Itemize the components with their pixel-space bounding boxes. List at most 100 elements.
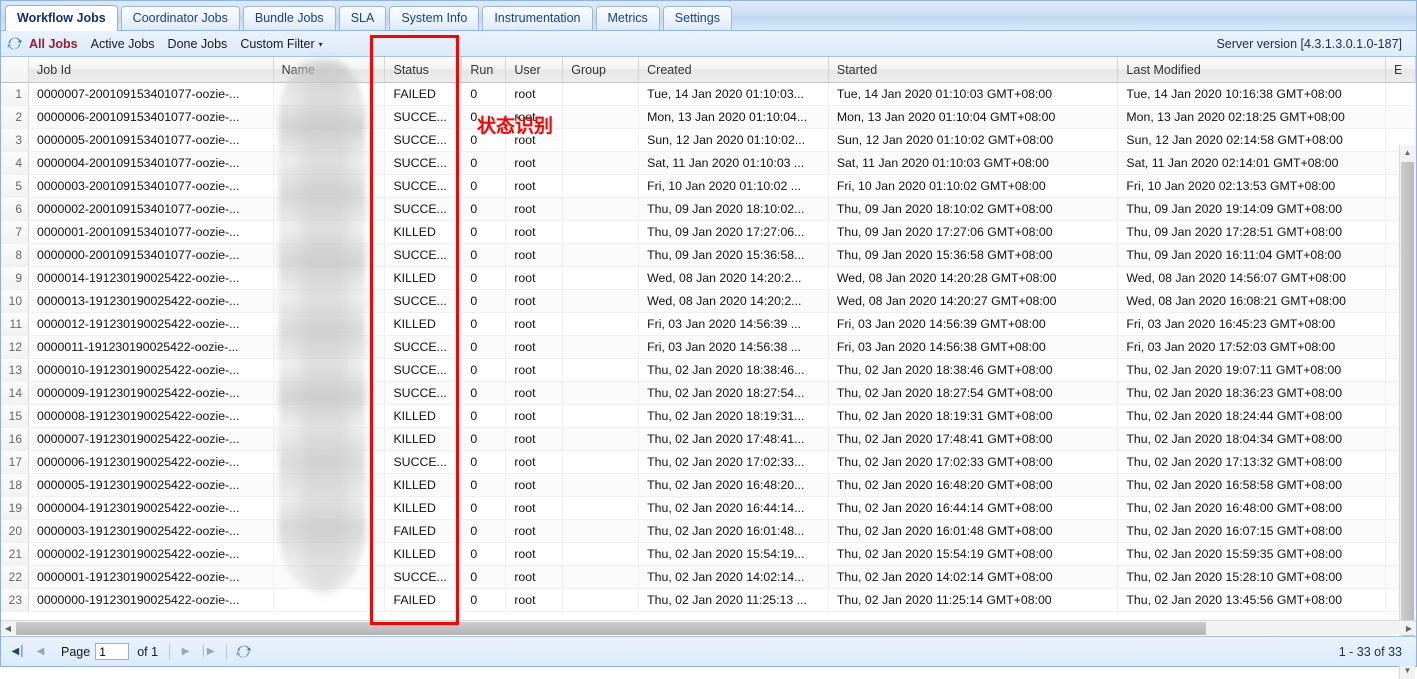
filter-done-jobs[interactable]: Done Jobs — [168, 37, 228, 51]
refresh-icon[interactable] — [7, 36, 22, 51]
cell-run: 0 — [462, 175, 507, 197]
filter-all-jobs[interactable]: All Jobs — [29, 37, 78, 51]
table-row[interactable]: 11 0000012-191230190025422-oozie-... KILLE… — [1, 313, 1416, 336]
table-row[interactable]: 23 0000000-191230190025422-oozie-... FAILE… — [1, 589, 1416, 612]
table-row[interactable]: 12 0000011-191230190025422-oozie-... SUCCE… — [1, 336, 1416, 359]
col-header-job-id[interactable]: Job Id — [29, 57, 274, 82]
cell-started: Sun, 12 Jan 2020 01:10:02 GMT+08:00 — [829, 129, 1119, 151]
row-number: 17 — [1, 451, 29, 473]
cell-job-id: 0000014-191230190025422-oozie-... — [29, 267, 274, 289]
cell-group — [563, 405, 640, 427]
cell-job-id: 0000001-200109153401077-oozie-... — [29, 221, 274, 243]
table-row[interactable]: 10 0000013-191230190025422-oozie-... SUCCE… — [1, 290, 1416, 313]
col-header-created[interactable]: Created — [639, 57, 829, 82]
cell-status: SUCCE... — [385, 336, 463, 358]
col-header-started[interactable]: Started — [829, 57, 1119, 82]
cell-ended — [1386, 106, 1416, 128]
cell-name — [274, 589, 386, 611]
cell-job-id: 0000007-200109153401077-oozie-... — [29, 83, 274, 105]
cell-started: Thu, 09 Jan 2020 18:10:02 GMT+08:00 — [829, 198, 1119, 220]
cell-name — [274, 290, 386, 312]
table-row[interactable]: 19 0000004-191230190025422-oozie-... KILLE… — [1, 497, 1416, 520]
table-row[interactable]: 15 0000008-191230190025422-oozie-... KILLE… — [1, 405, 1416, 428]
cell-last-modified: Thu, 09 Jan 2020 16:11:04 GMT+08:00 — [1118, 244, 1387, 266]
scroll-left-icon[interactable]: ◀ — [1, 624, 15, 633]
cell-created: Tue, 14 Jan 2020 01:10:03... — [639, 83, 829, 105]
filter-active-jobs[interactable]: Active Jobs — [91, 37, 155, 51]
horizontal-scrollbar[interactable]: ◀ ▶ — [1, 620, 1416, 635]
cell-created: Sat, 11 Jan 2020 01:10:03 ... — [639, 152, 829, 174]
next-page-button[interactable]: ▶ — [176, 642, 195, 661]
vertical-scroll-thumb[interactable] — [1401, 162, 1414, 660]
page-number-input[interactable] — [95, 643, 130, 660]
scroll-right-icon[interactable]: ▶ — [1402, 624, 1416, 633]
cell-created: Sun, 12 Jan 2020 01:10:02... — [639, 129, 829, 151]
col-header-run[interactable]: Run — [462, 57, 507, 82]
tab-coordinator-jobs[interactable]: Coordinator Jobs — [120, 6, 240, 30]
cell-job-id: 0000008-191230190025422-oozie-... — [29, 405, 274, 427]
table-row[interactable]: 21 0000002-191230190025422-oozie-... KILLE… — [1, 543, 1416, 566]
cell-user: root — [506, 520, 564, 542]
tab-sla[interactable]: SLA — [338, 6, 387, 30]
col-header-user[interactable]: User — [506, 57, 564, 82]
cell-created: Thu, 02 Jan 2020 15:54:19... — [639, 543, 829, 565]
last-page-button[interactable]: │▶ — [198, 642, 217, 661]
tab-workflow-jobs[interactable]: Workflow Jobs — [5, 5, 118, 31]
cell-run: 0 — [462, 152, 507, 174]
cell-group — [563, 336, 640, 358]
col-header-ended[interactable]: E — [1386, 57, 1416, 82]
col-header-name[interactable]: Name — [274, 57, 386, 82]
table-row[interactable]: 1 0000007-200109153401077-oozie-... FAILED… — [1, 83, 1416, 106]
row-number: 2 — [1, 106, 29, 128]
cell-run: 0 — [462, 497, 507, 519]
cell-run: 0 — [462, 520, 507, 542]
tab-system-info[interactable]: System Info — [389, 6, 480, 30]
cell-created: Thu, 02 Jan 2020 17:02:33... — [639, 451, 829, 473]
table-row[interactable]: 4 0000004-200109153401077-oozie-... SUCCE.… — [1, 152, 1416, 175]
row-number: 21 — [1, 543, 29, 565]
vertical-scrollbar[interactable]: ▲ ▼ — [1399, 145, 1415, 679]
table-row[interactable]: 13 0000010-191230190025422-oozie-... SUCCE… — [1, 359, 1416, 382]
table-row[interactable]: 17 0000006-191230190025422-oozie-... SUCCE… — [1, 451, 1416, 474]
table-row[interactable]: 9 0000014-191230190025422-oozie-... KILLED… — [1, 267, 1416, 290]
cell-started: Thu, 02 Jan 2020 18:19:31 GMT+08:00 — [829, 405, 1119, 427]
cell-user: root — [506, 497, 564, 519]
cell-created: Thu, 02 Jan 2020 16:48:20... — [639, 474, 829, 496]
table-row[interactable]: 18 0000005-191230190025422-oozie-... KILLE… — [1, 474, 1416, 497]
first-page-button[interactable]: ◀│ — [9, 642, 28, 661]
main-tabbar: Workflow Jobs Coordinator Jobs Bundle Jo… — [1, 1, 1416, 31]
filter-custom-filter[interactable]: Custom Filter ▾ — [240, 37, 322, 51]
table-row[interactable]: 20 0000003-191230190025422-oozie-... FAILE… — [1, 520, 1416, 543]
col-header-last-modified[interactable]: Last Modified — [1118, 57, 1387, 82]
grid-body: 1 0000007-200109153401077-oozie-... FAILED… — [1, 83, 1416, 619]
cell-status: KILLED — [385, 267, 463, 289]
table-row[interactable]: 14 0000009-191230190025422-oozie-... SUCCE… — [1, 382, 1416, 405]
table-row[interactable]: 6 0000002-200109153401077-oozie-... SUCCE.… — [1, 198, 1416, 221]
tab-bundle-jobs[interactable]: Bundle Jobs — [242, 6, 336, 30]
tab-metrics[interactable]: Metrics — [595, 6, 660, 30]
scroll-up-icon[interactable]: ▲ — [1400, 145, 1415, 161]
pager-divider-1 — [169, 643, 171, 660]
cell-last-modified: Thu, 02 Jan 2020 16:58:58 GMT+08:00 — [1118, 474, 1387, 496]
table-row[interactable]: 5 0000003-200109153401077-oozie-... SUCCE.… — [1, 175, 1416, 198]
cell-started: Thu, 02 Jan 2020 14:02:14 GMT+08:00 — [829, 566, 1119, 588]
cell-created: Fri, 03 Jan 2020 14:56:38 ... — [639, 336, 829, 358]
table-row[interactable]: 7 0000001-200109153401077-oozie-... KILLED… — [1, 221, 1416, 244]
table-row[interactable]: 2 0000006-200109153401077-oozie-... SUCCE.… — [1, 106, 1416, 129]
table-row[interactable]: 22 0000001-191230190025422-oozie-... SUCCE… — [1, 566, 1416, 589]
cell-created: Fri, 03 Jan 2020 14:56:39 ... — [639, 313, 829, 335]
tab-settings[interactable]: Settings — [662, 6, 732, 30]
prev-page-button[interactable]: ◀ — [31, 642, 50, 661]
horizontal-scroll-thumb[interactable] — [16, 621, 1206, 635]
cell-job-id: 0000005-191230190025422-oozie-... — [29, 474, 274, 496]
table-row[interactable]: 16 0000007-191230190025422-oozie-... KILLE… — [1, 428, 1416, 451]
table-row[interactable]: 8 0000000-200109153401077-oozie-... SUCCE.… — [1, 244, 1416, 267]
pager-refresh-icon[interactable] — [236, 644, 251, 659]
col-header-group[interactable]: Group — [563, 57, 640, 82]
tab-instrumentation[interactable]: Instrumentation — [482, 6, 593, 30]
cell-status: SUCCE... — [385, 244, 463, 266]
cell-group — [563, 152, 640, 174]
cell-run: 0 — [462, 198, 507, 220]
table-row[interactable]: 3 0000005-200109153401077-oozie-... SUCCE.… — [1, 129, 1416, 152]
col-header-status[interactable]: Status — [385, 57, 463, 82]
